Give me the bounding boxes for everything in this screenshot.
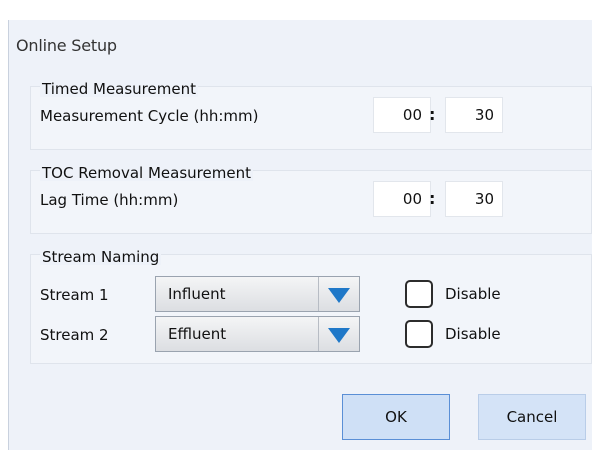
stream-2-disable-label: Disable	[445, 325, 501, 343]
ok-button[interactable]: OK	[342, 394, 450, 440]
group-title: Stream Naming	[40, 248, 162, 266]
stream-1-dropdown-button[interactable]	[318, 277, 359, 311]
time-separator: :	[429, 105, 436, 124]
measurement-cycle-minutes-input[interactable]: 30	[445, 97, 503, 133]
stream-2-dropdown[interactable]: Effluent	[155, 316, 360, 352]
stream-2-dropdown-button[interactable]	[318, 317, 359, 351]
stream-1-label: Stream 1	[40, 286, 109, 304]
time-separator: :	[429, 189, 436, 208]
stream-1-dropdown[interactable]: Influent	[155, 276, 360, 312]
stream-1-value: Influent	[168, 285, 226, 303]
dialog-title: Online Setup	[16, 36, 117, 55]
lag-time-hours-input[interactable]: 00	[373, 181, 431, 217]
chevron-down-icon	[328, 328, 350, 343]
measurement-cycle-label: Measurement Cycle (hh:mm)	[40, 107, 259, 125]
stream-2-disable-checkbox[interactable]	[405, 320, 433, 348]
lag-time-label: Lag Time (hh:mm)	[40, 191, 179, 209]
chevron-down-icon	[328, 288, 350, 303]
measurement-cycle-hours-input[interactable]: 00	[373, 97, 431, 133]
group-title: TOC Removal Measurement	[40, 164, 253, 182]
cancel-button[interactable]: Cancel	[478, 394, 586, 440]
lag-time-minutes-input[interactable]: 30	[445, 181, 503, 217]
group-title: Timed Measurement	[40, 80, 198, 98]
stream-2-label: Stream 2	[40, 326, 109, 344]
stream-2-value: Effluent	[168, 325, 227, 343]
stream-1-disable-label: Disable	[445, 285, 501, 303]
stream-1-disable-checkbox[interactable]	[405, 280, 433, 308]
